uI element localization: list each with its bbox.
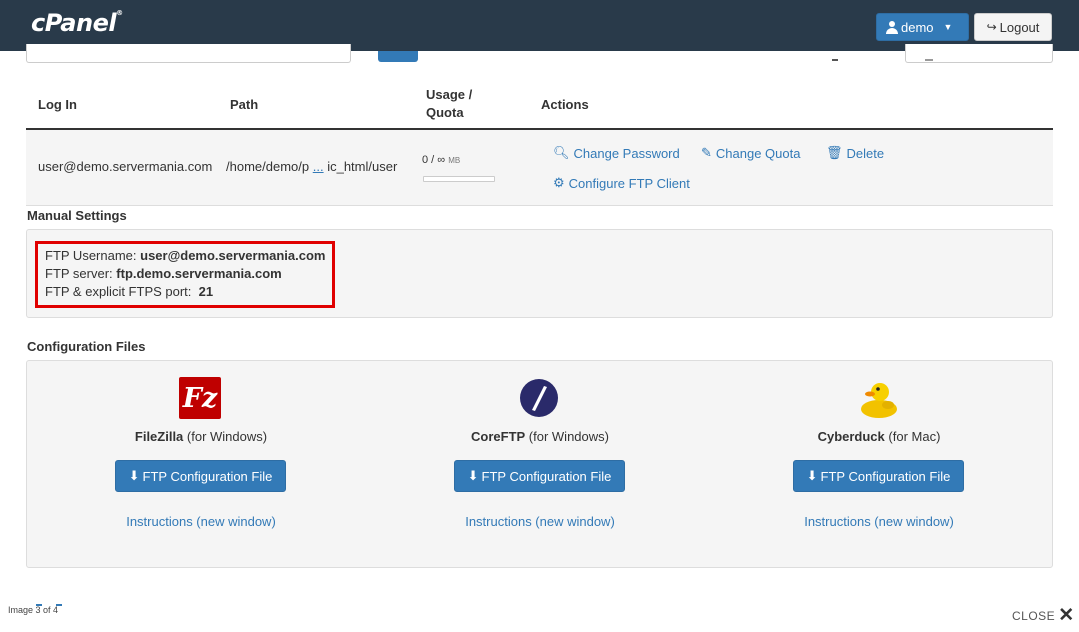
column-header-path[interactable]: Path — [230, 97, 258, 112]
coreftp-config-download-label: FTP Configuration File — [481, 468, 612, 484]
configuration-files-title: Configuration Files — [27, 339, 146, 354]
per-page-value-fragment — [925, 59, 933, 61]
cyberduck-instructions-link[interactable]: Instructions (new window) — [708, 514, 1050, 529]
column-header-usage[interactable]: Usage / — [426, 87, 472, 102]
coreftp-instructions-link[interactable]: Instructions (new window) — [369, 514, 711, 529]
download-icon: ⬇ — [128, 468, 140, 483]
path-cell: /home/demo/p ... ic_html/user — [226, 159, 397, 174]
close-icon: ✕ — [1058, 605, 1075, 626]
ftp-server-value: ftp.demo.servermania.com — [116, 266, 282, 281]
download-icon: ⬇ — [806, 468, 818, 483]
key-icon: 🔍︎ — [553, 145, 570, 160]
logout-icon: ↪ — [986, 20, 997, 34]
delete-link[interactable]: 🗑︎ Delete — [826, 145, 884, 161]
ftp-username-line: FTP Username: user@demo.servermania.com — [45, 248, 326, 263]
gear-icon: ⚙ — [553, 175, 565, 190]
usage-progress-bar — [423, 176, 495, 182]
cyberduck-config-download-button[interactable]: ⬇ FTP Configuration File — [793, 460, 964, 492]
change-quota-label: Change Quota — [715, 145, 801, 161]
trash-icon: 🗑︎ — [826, 145, 843, 160]
ftp-port-value: 21 — [198, 284, 214, 299]
logout-label: Logout — [999, 19, 1040, 35]
change-password-link[interactable]: 🔍︎ Change Password — [553, 145, 680, 161]
usage-unit: MB — [448, 156, 461, 165]
ftp-server-line: FTP server: ftp.demo.servermania.com — [45, 266, 282, 281]
path-start: /home/demo/p — [226, 159, 310, 174]
client-name-cyberduck: Cyberduck (for Mac) — [817, 429, 941, 444]
filezilla-icon: Fz — [179, 377, 221, 419]
manual-settings-title: Manual Settings — [27, 208, 127, 223]
filezilla-config-download-label: FTP Configuration File — [142, 468, 273, 484]
filezilla-config-download-button[interactable]: ⬇ FTP Configuration File — [115, 460, 286, 492]
search-input[interactable] — [26, 44, 351, 63]
column-header-quota[interactable]: Quota — [426, 105, 464, 120]
user-menu-button[interactable]: demo ▼ — [876, 13, 969, 41]
user-icon — [886, 20, 898, 34]
cpanel-logo[interactable]: cPanel® — [31, 9, 123, 37]
login-cell: user@demo.servermania.com — [38, 159, 213, 174]
configure-ftp-client-link[interactable]: ⚙ Configure FTP Client — [553, 175, 690, 191]
client-name-filezilla: FileZilla (for Windows) — [134, 429, 268, 444]
logout-button[interactable]: ↪ Logout — [974, 13, 1052, 41]
cyberduck-icon — [861, 383, 897, 418]
go-button[interactable] — [378, 51, 418, 62]
client-cyberduck: Cyberduck (for Mac) ⬇ FTP Configuration … — [708, 360, 1050, 568]
usage-cell: 0 / ∞ MB — [422, 154, 460, 166]
ftp-username-value: user@demo.servermania.com — [140, 248, 326, 263]
path-expand-link[interactable]: ... — [313, 159, 324, 174]
configure-ftp-client-label: Configure FTP Client — [568, 175, 690, 191]
column-header-actions: Actions — [541, 97, 589, 112]
client-coreftp: CoreFTP (for Windows) ⬇ FTP Configuratio… — [369, 360, 711, 568]
close-label: CLOSE — [1012, 609, 1056, 623]
coreftp-config-download-button[interactable]: ⬇ FTP Configuration File — [454, 460, 625, 492]
column-header-login[interactable]: Log In — [38, 97, 77, 112]
user-menu-label: demo — [901, 19, 934, 35]
caret-down-icon: ▼ — [943, 22, 953, 32]
image-counter: Image 3 of 4 — [8, 605, 59, 615]
ftp-username-label: FTP Username: — [45, 248, 141, 263]
download-icon: ⬇ — [467, 468, 479, 483]
path-end: ic_html/user — [327, 159, 398, 174]
close-button[interactable]: CLOSE ✕ — [1012, 605, 1075, 626]
ftp-port-line: FTP & explicit FTPS port: 21 — [45, 284, 213, 299]
pencil-icon: ✎ — [701, 145, 712, 160]
delete-label: Delete — [846, 145, 885, 161]
change-quota-link[interactable]: ✎ Change Quota — [701, 145, 800, 161]
filezilla-instructions-link[interactable]: Instructions (new window) — [30, 514, 372, 529]
usage-value: 0 / ∞ — [422, 154, 446, 166]
ftp-port-label: FTP & explicit FTPS port: — [45, 284, 199, 299]
client-filezilla: Fz FileZilla (for Windows) ⬇ FTP Configu… — [30, 360, 372, 568]
coreftp-icon — [520, 379, 558, 417]
change-password-label: Change Password — [573, 145, 680, 161]
partially-visible-link[interactable] — [36, 594, 82, 606]
ftp-server-label: FTP server: — [45, 266, 117, 281]
per-page-label-fragment — [832, 59, 838, 61]
cyberduck-config-download-label: FTP Configuration File — [820, 468, 951, 484]
client-name-coreftp: CoreFTP (for Windows) — [471, 429, 609, 444]
